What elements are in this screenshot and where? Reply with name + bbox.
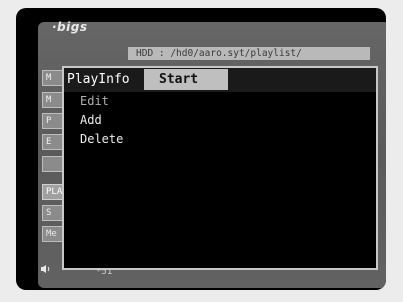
brand-logo: ·bigs (52, 20, 88, 34)
left-menu-label: PLA (46, 187, 63, 197)
menu-item-edit[interactable]: Edit (80, 94, 109, 109)
left-menu-label: E (46, 137, 52, 147)
popup-title: PlayInfo (67, 72, 130, 87)
menu-item-delete[interactable]: Delete (80, 132, 123, 147)
path-bar: HDD : /hd0/aaro.syt/playlist/ (128, 47, 370, 60)
popup-header: PlayInfo Start (64, 68, 376, 92)
left-menu-label: P (46, 116, 52, 126)
speaker-icon (40, 264, 52, 277)
menu-item-add[interactable]: Add (80, 113, 102, 128)
path-label: HDD : /hd0/aaro.syt/playlist/ (136, 48, 302, 59)
left-menu-label: Me (46, 229, 57, 239)
left-menu-label: M (46, 95, 52, 105)
playinfo-popup: PlayInfo Start Edit Add Delete (62, 66, 378, 270)
start-tab[interactable]: Start (144, 69, 228, 90)
left-menu-label: S (46, 208, 52, 218)
left-menu-label: M (46, 73, 52, 83)
